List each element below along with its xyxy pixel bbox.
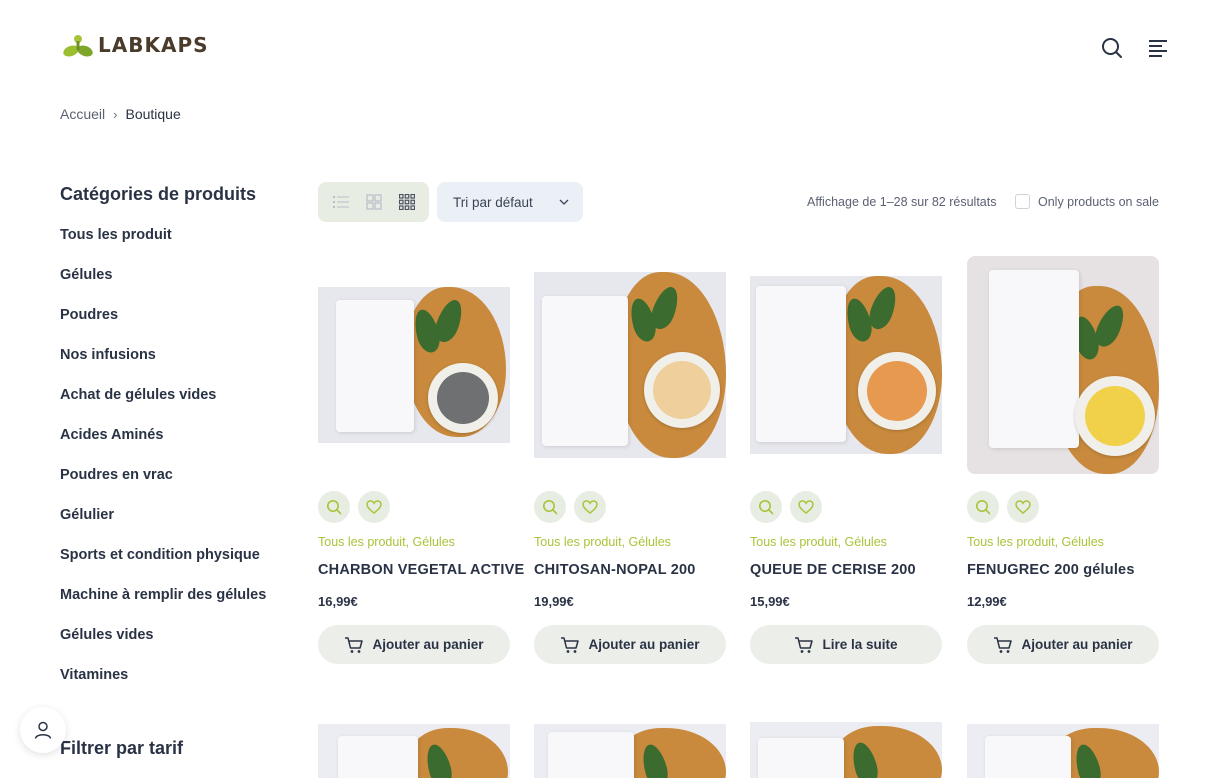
product-price: 12,99€ [967, 594, 1007, 609]
category-link[interactable]: Tous les produit [318, 535, 406, 549]
product-categories: Tous les produit, Gélules [750, 535, 887, 549]
product-categories: Tous les produit, Gélules [967, 535, 1104, 549]
search-icon [543, 500, 558, 515]
add-to-cart-button[interactable]: Ajouter au panier [967, 625, 1159, 664]
result-count: Affichage de 1–28 sur 82 résultats [807, 195, 997, 209]
sidebar: Catégories de produits Tous les produit … [60, 184, 300, 705]
product-image[interactable] [318, 256, 510, 476]
category-item[interactable]: Poudres en vrac [60, 465, 300, 505]
category-link[interactable]: Gélules [629, 535, 671, 549]
category-link[interactable]: Gélules [845, 535, 887, 549]
search-icon [976, 500, 991, 515]
add-to-cart-label: Ajouter au panier [588, 637, 700, 652]
product-image[interactable] [750, 722, 942, 778]
product-categories: Tous les produit, Gélules [318, 535, 455, 549]
cart-icon [994, 636, 1013, 653]
quick-view-button[interactable] [750, 491, 782, 523]
heart-icon [1015, 500, 1031, 514]
sidebar-title: Catégories de produits [60, 184, 257, 204]
wishlist-button[interactable] [1007, 491, 1039, 523]
list-view-icon[interactable] [329, 190, 353, 214]
breadcrumb: Accueil › Boutique [60, 106, 181, 122]
category-link[interactable]: Gélules [413, 535, 455, 549]
read-more-label: Lire la suite [822, 637, 898, 652]
wishlist-button[interactable] [358, 491, 390, 523]
breadcrumb-home[interactable]: Accueil [60, 106, 105, 122]
quick-view-button[interactable] [318, 491, 350, 523]
add-to-cart-button[interactable]: Ajouter au panier [318, 625, 510, 664]
quick-view-button[interactable] [967, 491, 999, 523]
category-item[interactable]: Tous les produit [60, 225, 300, 265]
add-to-cart-label: Ajouter au panier [1021, 637, 1133, 652]
grid-2-view-icon[interactable] [362, 190, 386, 214]
wishlist-button[interactable] [790, 491, 822, 523]
account-button[interactable] [20, 707, 66, 753]
product-image[interactable] [750, 256, 942, 476]
category-item[interactable]: Gélules vides [60, 625, 300, 665]
user-icon [34, 721, 52, 739]
heart-icon [798, 500, 814, 514]
category-item[interactable]: Vitamines [60, 665, 300, 705]
breadcrumb-separator: › [113, 106, 118, 122]
search-icon [327, 500, 342, 515]
shop-toolbar: Tri par défaut Affichage de 1–28 sur 82 … [318, 182, 1160, 222]
add-to-cart-label: Ajouter au panier [372, 637, 484, 652]
category-item[interactable]: Achat de gélules vides [60, 385, 300, 425]
product-image[interactable] [534, 256, 726, 476]
chevron-down-icon [559, 199, 569, 205]
logo-text: LABKAPS [98, 33, 209, 57]
category-item[interactable]: Acides Aminés [60, 425, 300, 465]
product-title[interactable]: QUEUE DE CERISE 200 [750, 562, 916, 578]
search-icon [759, 500, 774, 515]
grid-3-view-icon[interactable] [395, 190, 419, 214]
product-price: 16,99€ [318, 594, 358, 609]
price-filter-title: Filtrer par tarif [60, 738, 184, 758]
view-switcher [318, 182, 429, 222]
category-link[interactable]: Gélules [1062, 535, 1104, 549]
product-title[interactable]: CHARBON VEGETAL ACTIVE [318, 562, 524, 578]
cart-icon [561, 636, 580, 653]
sort-select[interactable]: Tri par défaut [437, 182, 583, 222]
product-image[interactable] [967, 724, 1159, 778]
search-icon[interactable] [1100, 36, 1124, 60]
sale-filter-toggle[interactable]: Only products on sale [1015, 194, 1159, 209]
product-title[interactable]: CHITOSAN-NOPAL 200 [534, 562, 696, 578]
product-image[interactable] [534, 724, 726, 778]
category-link[interactable]: Tous les produit [534, 535, 622, 549]
breadcrumb-current: Boutique [125, 106, 181, 122]
category-item[interactable]: Gélules [60, 265, 300, 305]
quick-view-button[interactable] [534, 491, 566, 523]
category-item[interactable]: Nos infusions [60, 345, 300, 385]
heart-icon [582, 500, 598, 514]
cart-icon [345, 636, 364, 653]
product-image[interactable] [967, 256, 1159, 476]
add-to-cart-button[interactable]: Ajouter au panier [534, 625, 726, 664]
product-categories: Tous les produit, Gélules [534, 535, 671, 549]
category-item[interactable]: Gélulier [60, 505, 300, 545]
logo[interactable]: LABKAPS [62, 30, 209, 60]
read-more-button[interactable]: Lire la suite [750, 625, 942, 664]
logo-capsule-icon [62, 30, 94, 60]
menu-icon[interactable] [1146, 36, 1170, 60]
category-link[interactable]: Tous les produit [750, 535, 838, 549]
wishlist-button[interactable] [574, 491, 606, 523]
product-title[interactable]: FENUGREC 200 gélules [967, 562, 1135, 578]
sort-select-value: Tri par défaut [453, 194, 533, 210]
category-list: Tous les produit Gélules Poudres Nos inf… [60, 225, 300, 705]
site-header: LABKAPS [0, 0, 1226, 90]
sale-filter-label: Only products on sale [1038, 194, 1159, 209]
category-item[interactable]: Sports et condition physique [60, 545, 300, 585]
product-image[interactable] [318, 724, 510, 778]
product-price: 15,99€ [750, 594, 790, 609]
product-price: 19,99€ [534, 594, 574, 609]
category-link[interactable]: Tous les produit [967, 535, 1055, 549]
heart-icon [366, 500, 382, 514]
sale-checkbox[interactable] [1015, 194, 1030, 209]
category-item[interactable]: Poudres [60, 305, 300, 345]
cart-icon [795, 636, 814, 653]
category-item[interactable]: Machine à remplir des gélules [60, 585, 300, 625]
